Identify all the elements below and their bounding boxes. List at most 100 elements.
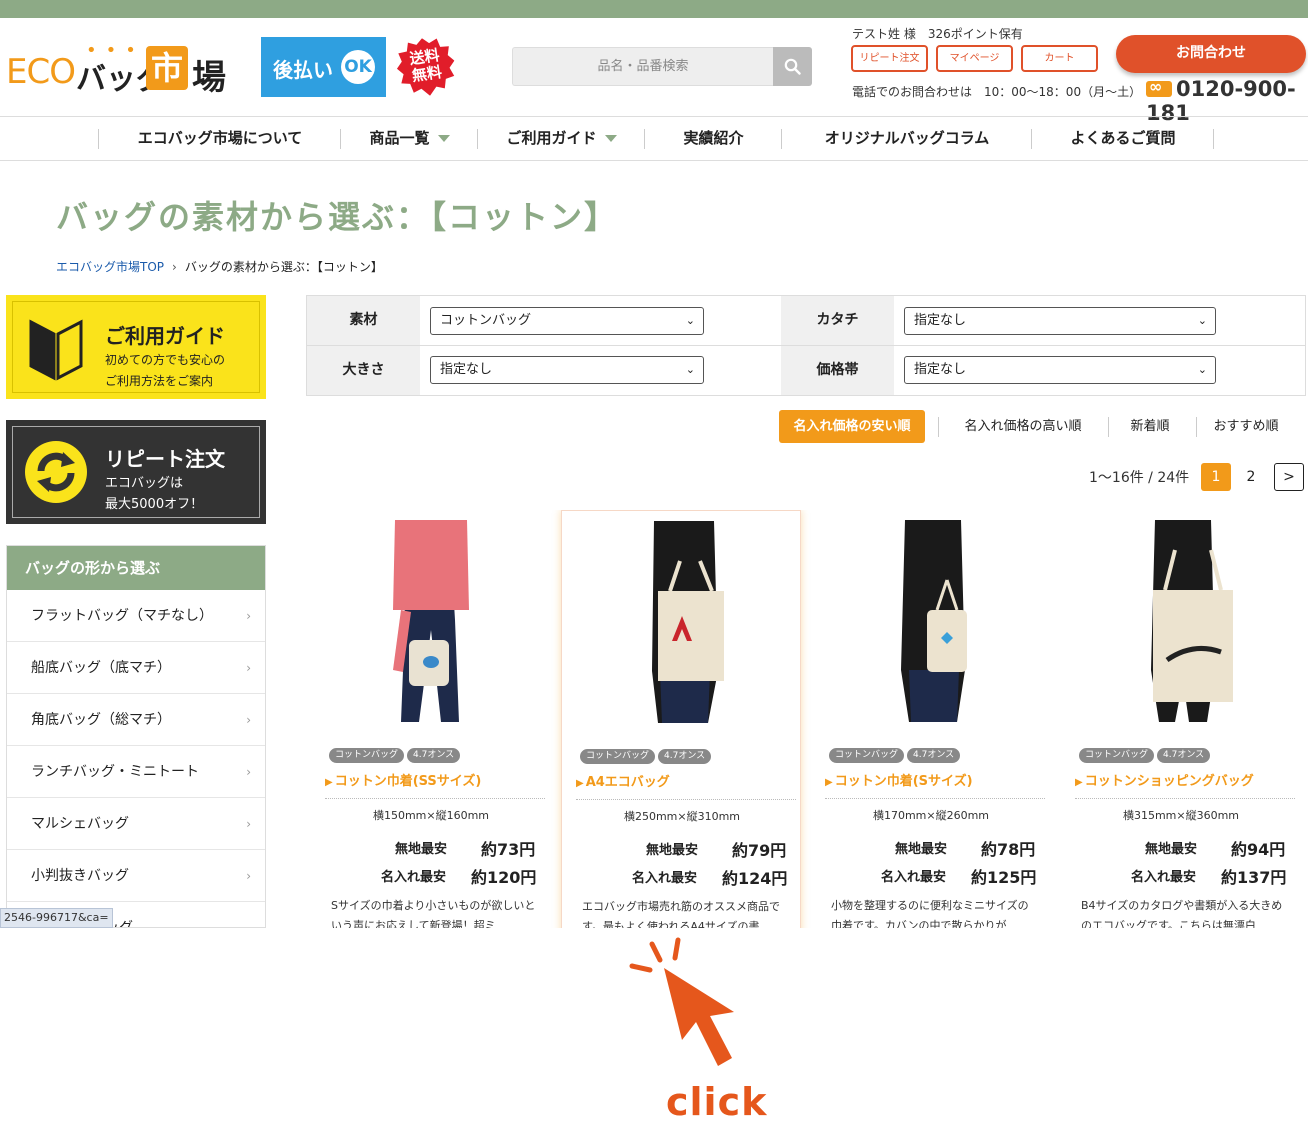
usage-guide-desc: 初めての方でも安心の ご利用方法をご案内 — [105, 350, 225, 392]
sort-recommended-button[interactable]: おすすめ順 — [1206, 410, 1286, 443]
chevron-down-icon: ⌄ — [1197, 314, 1207, 327]
printed-price-value: 約124円 — [722, 869, 788, 888]
shape-item-flat[interactable]: フラットバッグ（マチなし） › — [7, 590, 265, 642]
next-page-button[interactable]: > — [1274, 463, 1304, 491]
free-shipping-badge: 送料 無料 — [393, 34, 459, 100]
shape-select[interactable]: 指定なし ⌄ — [904, 307, 1216, 335]
top-accent-bar — [0, 0, 1308, 18]
nav-about[interactable]: エコバッグ市場について — [100, 117, 340, 160]
printed-price-label: 名入れ最安 — [632, 871, 698, 886]
divider — [1075, 798, 1295, 799]
plain-price-value: 約78円 — [981, 840, 1036, 859]
printed-price-value: 約137円 — [1221, 868, 1287, 887]
page-1-button[interactable]: 1 — [1201, 463, 1231, 491]
filter-material-label: 素材 — [307, 296, 420, 345]
product-image[interactable] — [331, 520, 531, 722]
product-card[interactable]: コットンバッグ4.7オンス A4エコバッグ 横250mm×縦310mm 無地最安… — [561, 510, 801, 928]
sort-expensive-button[interactable]: 名入れ価格の高い順 — [950, 410, 1096, 443]
sort-separator — [938, 417, 939, 437]
nav-column[interactable]: オリジナルバッグコラム — [783, 117, 1031, 160]
freedial-icon — [1146, 77, 1172, 97]
divider — [576, 799, 796, 800]
logo-ba-text: 場 — [192, 58, 226, 98]
product-image[interactable] — [1081, 520, 1281, 722]
product-image[interactable] — [831, 520, 1031, 722]
shape-item-koban[interactable]: 小判抜きバッグ › — [7, 850, 265, 902]
breadcrumb-current: バッグの素材から選ぶ：【コットン】 — [184, 260, 383, 274]
sort-new-button[interactable]: 新着順 — [1118, 410, 1182, 443]
nav-guide[interactable]: ご利用ガイド — [479, 117, 644, 160]
nav-separator — [644, 129, 645, 149]
material-select-value: コットンバッグ — [440, 313, 532, 328]
shape-item-marche[interactable]: マルシェバッグ › — [7, 798, 265, 850]
product-description: エコバッグ市場売れ筋のオススメ商品です。最もよく使われるA4サイズの書 — [582, 900, 780, 928]
nav-products[interactable]: 商品一覧 — [342, 117, 477, 160]
contact-button[interactable]: お問合わせ — [1116, 35, 1306, 73]
nav-results[interactable]: 実績紹介 — [646, 117, 781, 160]
printed-price-label: 名入れ最安 — [1131, 870, 1197, 885]
sort-cheap-button[interactable]: 名入れ価格の安い順 — [779, 410, 925, 443]
product-tag: 4.7オンス — [1157, 748, 1211, 763]
product-tag: コットンバッグ — [329, 748, 405, 763]
shape-item-funazoko[interactable]: 船底バッグ（底マチ） › — [7, 642, 265, 694]
product-description: 小物を整理するのに便利なミニサイズの巾着です。カバンの中で散らかりが — [831, 899, 1029, 928]
product-image[interactable] — [582, 521, 782, 723]
search-box — [512, 47, 812, 86]
product-name[interactable]: コットンショッピングバッグ — [1075, 770, 1254, 789]
site-logo[interactable]: ••• ECO バッグ 市 場 — [6, 40, 236, 98]
size-select-value: 指定なし — [440, 362, 493, 377]
search-icon — [784, 58, 801, 75]
shape-item-lunch[interactable]: ランチバッグ・ミニトート › — [7, 746, 265, 798]
plain-price-value: 約79円 — [732, 841, 787, 860]
product-name[interactable]: コットン巾着(Sサイズ) — [825, 770, 973, 789]
product-description: Sサイズの巾着より小さいものが欲しいという声にお応えして新登場！超ミ — [331, 899, 536, 928]
nav-separator — [1031, 129, 1032, 149]
shape-select-value: 指定なし — [914, 313, 967, 328]
search-button[interactable] — [773, 47, 812, 86]
sort-separator — [1196, 417, 1197, 437]
plain-price-label: 無地最安 — [895, 842, 948, 857]
plain-price-label: 無地最安 — [395, 842, 448, 857]
page-title: バッグの素材から選ぶ：【コットン】 — [56, 198, 619, 236]
chevron-right-icon: › — [246, 765, 251, 779]
nav-faq[interactable]: よくあるご質問 — [1033, 117, 1213, 160]
repeat-order-banner[interactable]: リピート注文 エコバッグは 最大5000オフ！ — [6, 420, 266, 524]
shape-item-kakuzoko[interactable]: 角底バッグ（総マチ） › — [7, 694, 265, 746]
product-description: B4サイズのカタログや書類が入る大きめのエコバッグです。こちらは無漂白 — [1081, 899, 1283, 928]
cart-button[interactable]: カート — [1021, 45, 1098, 72]
repeat-order-button[interactable]: リピート注文 — [851, 45, 928, 72]
chevron-down-icon — [437, 135, 450, 142]
chevron-down-icon — [604, 135, 617, 142]
usage-guide-desc-line1: 初めての方でも安心の — [105, 353, 226, 367]
product-card[interactable]: コットンバッグ4.7オンス コットン巾着(Sサイズ) 横170mm×縦260mm… — [811, 510, 1051, 928]
repeat-order-desc: エコバッグは 最大5000オフ！ — [105, 473, 203, 515]
size-select[interactable]: 指定なし ⌄ — [430, 356, 704, 384]
logo-ichi-text: 市 — [146, 46, 188, 90]
filter-size-label: 大きさ — [307, 346, 420, 395]
breadcrumb-home-link[interactable]: エコバッグ市場TOP — [56, 260, 164, 274]
nav-separator — [1213, 129, 1214, 149]
logo-eco-text: ECO — [6, 52, 76, 92]
filter-table: 素材 コットンバッグ ⌄ カタチ 指定なし ⌄ 大きさ 指定なし ⌄ 価格帯 指定なし… — [306, 295, 1306, 396]
chevron-right-icon: › — [246, 817, 251, 831]
shape-item-label: マルシェバッグ — [31, 816, 129, 832]
product-card[interactable]: コットンバッグ4.7オンス コットン巾着(SSサイズ) 横150mm×縦160m… — [311, 510, 551, 928]
filter-shape-label: カタチ — [781, 296, 894, 345]
shape-item-label: フラットバッグ（マチなし） — [31, 608, 213, 624]
cursor-pointer-icon — [629, 937, 734, 1066]
product-card[interactable]: コットンバッグ4.7オンス コットンショッピングバッグ 横315mm×縦360m… — [1061, 510, 1301, 928]
mypage-button[interactable]: マイページ — [936, 45, 1013, 72]
product-name[interactable]: A4エコバッグ — [576, 771, 670, 790]
product-tag: 4.7オンス — [407, 748, 461, 763]
page-2-button[interactable]: 2 — [1236, 463, 1266, 491]
divider — [325, 798, 545, 799]
material-select[interactable]: コットンバッグ ⌄ — [430, 307, 704, 335]
product-tag: コットンバッグ — [580, 749, 656, 764]
nav-separator — [781, 129, 782, 149]
price-select[interactable]: 指定なし ⌄ — [904, 356, 1216, 384]
status-bar-url: 2546-996717&ca= — [0, 908, 113, 928]
usage-guide-desc-line2: ご利用方法をご案内 — [105, 374, 214, 388]
search-input[interactable] — [512, 47, 773, 86]
product-name[interactable]: コットン巾着(SSサイズ) — [325, 770, 482, 789]
usage-guide-banner[interactable]: ご利用ガイド 初めての方でも安心の ご利用方法をご案内 — [6, 295, 266, 399]
